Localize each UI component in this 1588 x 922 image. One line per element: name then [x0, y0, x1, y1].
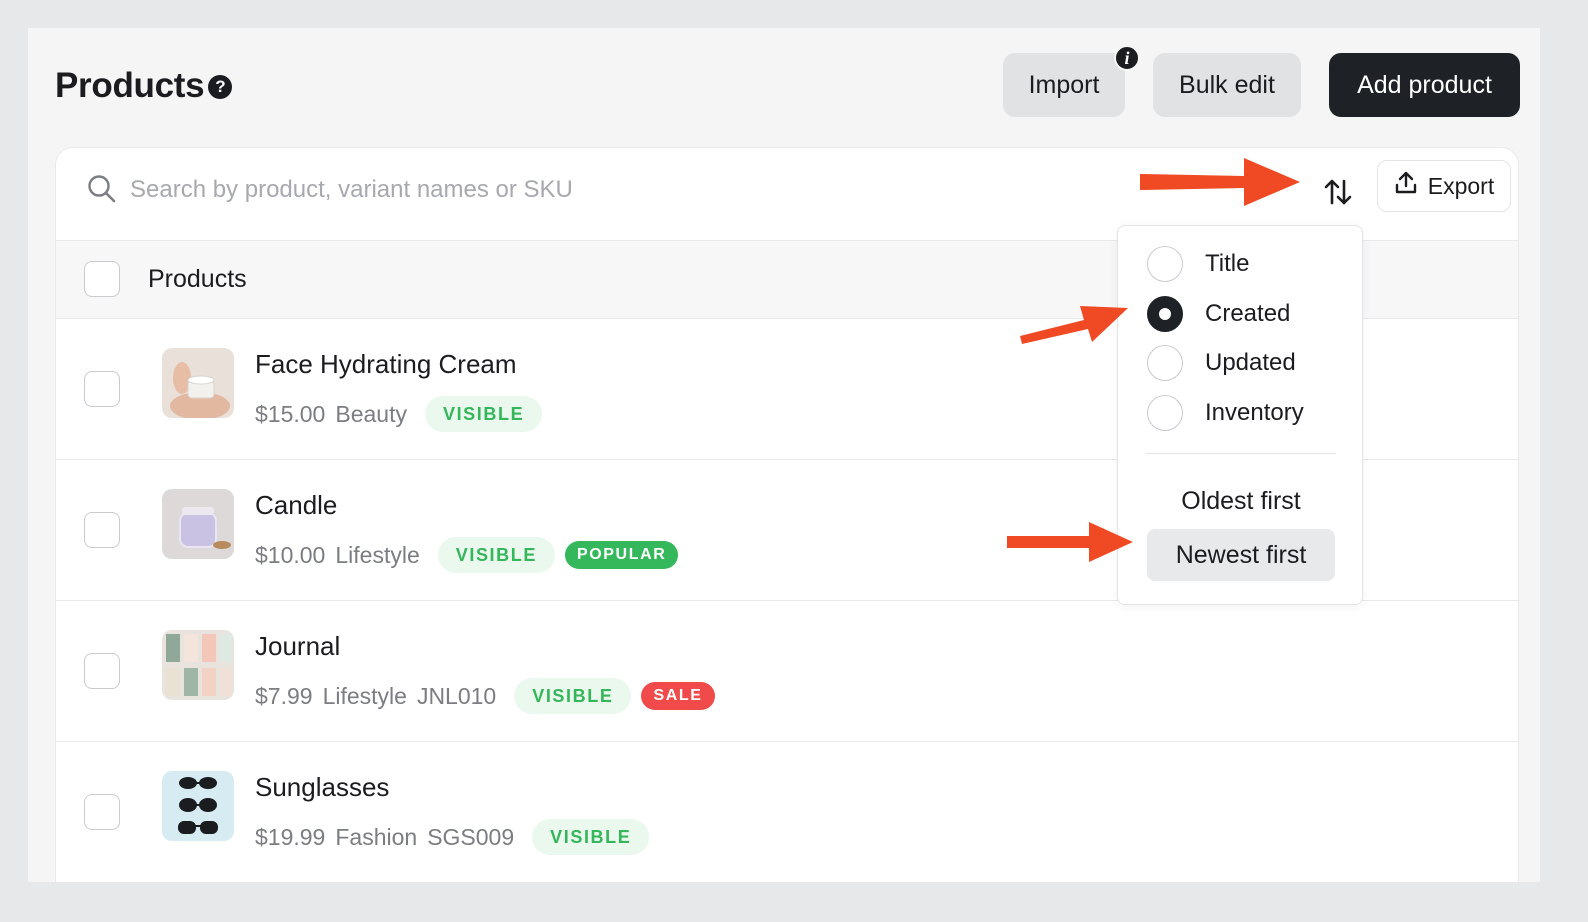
product-category: Lifestyle — [322, 682, 407, 709]
product-thumbnail — [162, 771, 234, 841]
product-price: $15.00 — [255, 400, 326, 427]
product-price: $19.99 — [255, 823, 326, 850]
radio-button[interactable] — [1147, 345, 1183, 381]
help-icon[interactable]: ? — [208, 75, 233, 99]
export-button[interactable]: Export — [1377, 160, 1511, 212]
table-row[interactable]: Sunglasses $19.99 Fashion SGS009 VISIBLE — [56, 742, 1518, 882]
info-icon[interactable]: i — [1114, 45, 1140, 71]
row-checkbox[interactable] — [84, 371, 120, 407]
sort-option-label: Title — [1205, 250, 1250, 277]
visible-tag: VISIBLE — [514, 678, 632, 714]
sale-tag: SALE — [641, 682, 715, 710]
column-header-products: Products — [148, 265, 247, 293]
visible-tag: VISIBLE — [424, 396, 543, 432]
product-sku: SGS009 — [427, 823, 515, 850]
product-name[interactable]: Face Hydrating Cream — [255, 349, 517, 380]
product-price: $10.00 — [255, 541, 326, 568]
table-row[interactable]: Journal $7.99 Lifestyle JNL010 VISIBLE S… — [56, 601, 1518, 742]
sort-icon[interactable] — [1318, 172, 1358, 212]
export-label: Export — [1427, 172, 1495, 199]
search-input[interactable] — [130, 170, 830, 210]
dropdown-divider — [1146, 453, 1336, 454]
search-icon — [86, 173, 118, 210]
product-thumbnail — [162, 630, 234, 700]
product-category: Lifestyle — [335, 541, 420, 568]
row-checkbox[interactable] — [84, 794, 120, 830]
sort-option-updated[interactable]: Updated — [1147, 344, 1296, 382]
radio-button[interactable] — [1147, 246, 1183, 282]
product-name[interactable]: Journal — [255, 631, 340, 662]
select-all-checkbox[interactable] — [84, 261, 120, 297]
sort-order-newest[interactable]: Newest first — [1147, 529, 1335, 581]
row-checkbox[interactable] — [84, 512, 120, 548]
page-title-text: Products — [55, 66, 205, 105]
product-sku: JNL010 — [416, 682, 497, 709]
row-checkbox[interactable] — [84, 653, 120, 689]
popular-tag: POPULAR — [564, 541, 679, 569]
import-button[interactable]: Import — [1003, 53, 1125, 117]
sort-option-label: Updated — [1205, 349, 1296, 376]
page-card: Products ? Import i Bulk edit Add produc… — [28, 28, 1540, 882]
add-product-button[interactable]: Add product — [1329, 53, 1520, 117]
sort-order-oldest[interactable]: Oldest first — [1147, 475, 1335, 527]
product-price: $7.99 — [255, 682, 313, 709]
visible-tag: VISIBLE — [437, 537, 555, 573]
annotation-arrow-icon — [1140, 158, 1300, 206]
sort-option-label: Inventory — [1205, 399, 1304, 426]
product-thumbnail — [162, 348, 234, 418]
product-meta: $15.00 Beauty VISIBLE — [255, 396, 543, 432]
radio-button[interactable] — [1147, 395, 1183, 431]
product-meta: $7.99 Lifestyle JNL010 VISIBLE SALE — [255, 678, 715, 714]
sort-dropdown: Title Created Updated Inventory Oldest f… — [1117, 225, 1363, 605]
sort-option-label: Created — [1205, 300, 1291, 327]
sort-option-created[interactable]: Created — [1147, 295, 1290, 333]
page-title: Products ? — [55, 66, 233, 106]
product-name[interactable]: Sunglasses — [255, 772, 389, 803]
product-category: Fashion — [335, 823, 418, 850]
product-name[interactable]: Candle — [255, 490, 337, 521]
bulk-edit-button[interactable]: Bulk edit — [1153, 53, 1301, 117]
product-meta: $19.99 Fashion SGS009 VISIBLE — [255, 819, 650, 855]
visible-tag: VISIBLE — [532, 819, 650, 855]
annotation-arrow-icon — [1007, 522, 1133, 562]
product-category: Beauty — [335, 400, 407, 427]
annotation-arrow-icon — [1020, 306, 1128, 344]
product-thumbnail — [162, 489, 234, 559]
upload-icon — [1394, 170, 1418, 202]
sort-option-inventory[interactable]: Inventory — [1147, 394, 1304, 432]
product-meta: $10.00 Lifestyle VISIBLE POPULAR — [255, 537, 679, 573]
sort-option-title[interactable]: Title — [1147, 245, 1249, 283]
radio-button-selected[interactable] — [1147, 296, 1183, 332]
